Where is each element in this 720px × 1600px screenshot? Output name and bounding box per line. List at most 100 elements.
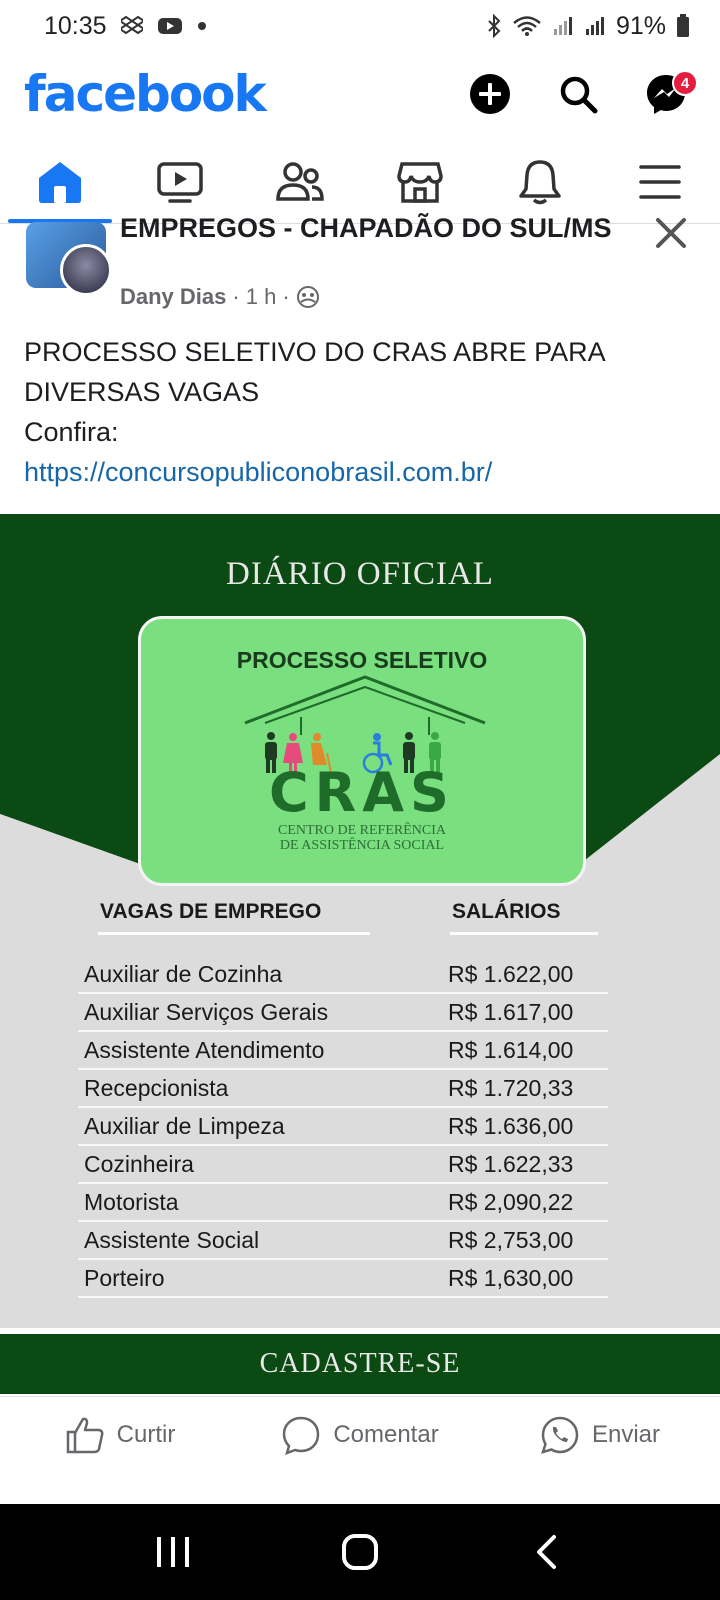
search-button[interactable] bbox=[548, 64, 608, 124]
home-nav-icon bbox=[341, 1534, 378, 1570]
back-icon bbox=[536, 1535, 556, 1569]
table-row: Auxiliar Serviços Gerais R$ 1.617,00 bbox=[78, 994, 608, 1032]
job-salary: R$ 2,753,00 bbox=[448, 1227, 574, 1253]
post-text-line1: PROCESSO SELETIVO DO CRAS ABRE PARA DIVE… bbox=[24, 337, 605, 407]
system-nav-bar bbox=[0, 1504, 720, 1600]
table-row: Motorista R$ 2,090,22 bbox=[78, 1184, 608, 1222]
post-header: EMPREGOS - CHAPADÃO DO SUL/MS Dany Dias … bbox=[0, 213, 720, 322]
comment-icon bbox=[283, 1416, 320, 1455]
job-name: Porteiro bbox=[84, 1265, 165, 1291]
home-icon bbox=[39, 161, 81, 203]
job-salary: R$ 1.622,00 bbox=[448, 961, 574, 987]
image-header-text: DIÁRIO OFICIAL bbox=[226, 556, 494, 592]
home-nav-button[interactable] bbox=[330, 1522, 390, 1582]
job-salary: R$ 1,630,00 bbox=[448, 1265, 574, 1291]
header-underline bbox=[450, 932, 598, 935]
table-row: Auxiliar de Cozinha R$ 1.622,00 bbox=[78, 956, 608, 994]
post-text: PROCESSO SELETIVO DO CRAS ABRE PARA DIVE… bbox=[24, 332, 704, 492]
whatsapp-icon bbox=[541, 1416, 579, 1454]
cras-card: PROCESSO SELETIVO CRAS CENTRO DE REFERÊN… bbox=[138, 616, 586, 886]
battery-percent: 91% bbox=[615, 11, 666, 40]
thumbs-up-icon bbox=[66, 1417, 104, 1453]
table-rows: Auxiliar de Cozinha R$ 1.622,00 Auxiliar … bbox=[78, 956, 608, 1298]
image-bottom-band: CADASTRE-SE bbox=[0, 1328, 720, 1394]
job-salary: R$ 1.720,33 bbox=[448, 1075, 574, 1101]
back-button[interactable] bbox=[517, 1522, 577, 1582]
bluetooth-icon bbox=[486, 14, 502, 38]
group-name[interactable]: EMPREGOS - CHAPADÃO DO SUL/MS bbox=[120, 210, 640, 246]
post-meta: Dany Dias · 1 h · bbox=[120, 284, 320, 310]
tab-home[interactable] bbox=[0, 140, 120, 223]
cras-logo-text: CRAS bbox=[269, 761, 455, 824]
meta-separator: · bbox=[282, 284, 290, 309]
job-name: Cozinheira bbox=[84, 1151, 194, 1177]
menu-icon bbox=[639, 164, 681, 199]
recents-button[interactable] bbox=[143, 1522, 203, 1582]
post-author[interactable]: Dany Dias bbox=[120, 284, 226, 310]
comment-button[interactable]: Comentar bbox=[240, 1415, 480, 1455]
battery-icon bbox=[676, 14, 690, 38]
job-name: Auxiliar de Limpeza bbox=[84, 1113, 285, 1139]
marketplace-icon bbox=[397, 161, 443, 203]
user-avatar[interactable] bbox=[60, 244, 112, 296]
table-row: Auxiliar de Limpeza R$ 1.636,00 bbox=[78, 1108, 608, 1146]
video-icon bbox=[157, 161, 203, 203]
youtube-icon bbox=[157, 16, 183, 36]
recents-icon bbox=[157, 1537, 190, 1567]
comment-label: Comentar bbox=[333, 1420, 439, 1448]
post-time[interactable]: 1 h bbox=[246, 284, 277, 310]
jobs-table: VAGAS DE EMPREGO SALÁRIOS Auxiliar de Co… bbox=[78, 894, 608, 1298]
job-name: Auxiliar Serviços Gerais bbox=[84, 999, 329, 1025]
cras-subtitle: CENTRO DE REFERÊNCIA DE ASSISTÊNCIA SOCI… bbox=[141, 823, 583, 853]
close-button[interactable] bbox=[654, 216, 688, 250]
job-name: Motorista bbox=[84, 1189, 179, 1215]
post-actions: Curtir Comentar Enviar bbox=[0, 1396, 720, 1472]
job-name: Assistente Social bbox=[84, 1227, 260, 1253]
friends-icon bbox=[276, 161, 324, 201]
close-icon bbox=[656, 218, 686, 248]
post-link[interactable]: https://concursopubliconobrasil.com.br/ bbox=[24, 452, 704, 492]
col-jobs-header: VAGAS DE EMPREGO bbox=[100, 900, 322, 923]
like-button[interactable]: Curtir bbox=[0, 1416, 240, 1454]
add-icon bbox=[470, 74, 510, 114]
job-name: Assistente Atendimento bbox=[84, 1037, 325, 1063]
messenger-badge: 4 bbox=[672, 70, 698, 96]
header-underline bbox=[98, 932, 370, 935]
post-image[interactable]: DIÁRIO OFICIAL PROCESSO SELETIVO CRAS CE… bbox=[0, 514, 720, 1394]
table-row: Recepcionista R$ 1.720,33 bbox=[78, 1070, 608, 1108]
share-button[interactable]: Enviar bbox=[480, 1415, 720, 1455]
search-icon bbox=[560, 76, 598, 114]
group-privacy-icon bbox=[296, 286, 319, 308]
dot-icon bbox=[197, 21, 207, 31]
job-salary: R$ 1.622,33 bbox=[448, 1151, 574, 1177]
messenger-button[interactable]: 4 bbox=[636, 64, 698, 124]
share-label: Enviar bbox=[591, 1420, 661, 1448]
post-text-line2: Confira: bbox=[24, 417, 119, 447]
status-time: 10:35 bbox=[44, 11, 107, 40]
table-row: Cozinheira R$ 1.622,33 bbox=[78, 1146, 608, 1184]
job-salary: R$ 2,090,22 bbox=[448, 1189, 574, 1215]
dropbox-icon bbox=[120, 16, 143, 36]
card-title: PROCESSO SELETIVO bbox=[236, 647, 488, 673]
job-name: Auxiliar de Cozinha bbox=[84, 961, 283, 987]
meta-separator: · bbox=[232, 284, 240, 309]
app-header: facebook 4 bbox=[0, 52, 720, 136]
col-salaries-header: SALÁRIOS bbox=[452, 900, 561, 923]
cras-subtitle-line2: DE ASSISTÊNCIA SOCIAL bbox=[279, 838, 445, 853]
table-header: VAGAS DE EMPREGO SALÁRIOS bbox=[78, 894, 608, 938]
image-footer-text: CADASTRE-SE bbox=[259, 1348, 461, 1379]
table-row: Assistente Social R$ 2,753,00 bbox=[78, 1222, 608, 1260]
job-salary: R$ 1.614,00 bbox=[448, 1037, 574, 1063]
signal-icon-2 bbox=[584, 15, 606, 37]
facebook-logo[interactable]: facebook bbox=[24, 65, 267, 123]
create-button[interactable] bbox=[460, 64, 520, 124]
job-name: Recepcionista bbox=[84, 1075, 229, 1101]
cras-subtitle-line1: CENTRO DE REFERÊNCIA bbox=[278, 823, 446, 838]
like-label: Curtir bbox=[116, 1420, 176, 1448]
table-row: Porteiro R$ 1,630,00 bbox=[78, 1260, 608, 1298]
job-salary: R$ 1.636,00 bbox=[448, 1113, 574, 1139]
table-row: Assistente Atendimento R$ 1.614,00 bbox=[78, 1032, 608, 1070]
job-salary: R$ 1.617,00 bbox=[448, 999, 574, 1025]
status-bar: 10:35 91% bbox=[0, 0, 720, 52]
bell-icon bbox=[519, 159, 561, 204]
